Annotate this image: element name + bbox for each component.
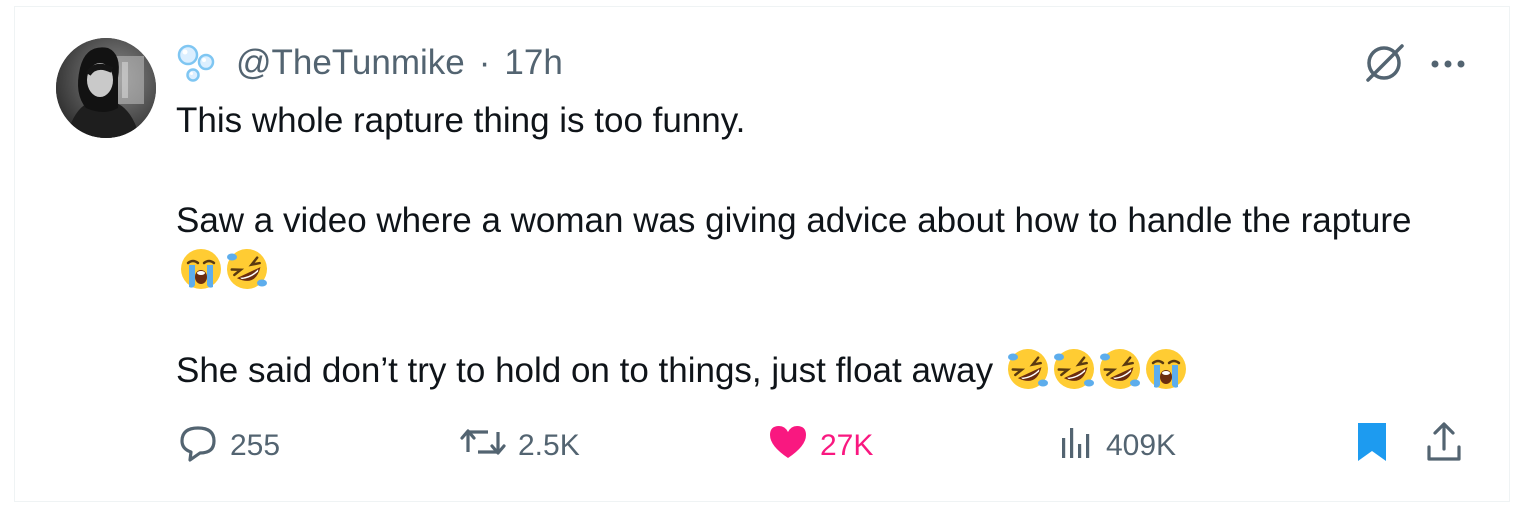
share-button[interactable] [1422, 422, 1466, 470]
tweet-time[interactable]: 17h [504, 43, 562, 83]
bubbles-icon [176, 42, 224, 84]
like-button[interactable]: 27K [766, 422, 873, 470]
bookmark-icon [1352, 419, 1392, 473]
tweet-paragraph-1: This whole rapture thing is too funny. [176, 101, 746, 140]
speech-bubble-icon [176, 420, 220, 472]
tweet-top-actions [1362, 40, 1466, 91]
heart-icon [766, 420, 810, 472]
grok-icon[interactable] [1362, 40, 1408, 91]
reply-button[interactable]: 255 [176, 422, 280, 470]
tweet-text: This whole rapture thing is too funny. S… [176, 96, 1456, 396]
analytics-bars-icon [1056, 420, 1096, 472]
tweet-handle[interactable]: @TheTunmike [236, 43, 465, 83]
share-icon [1422, 419, 1466, 473]
repost-arrows-icon [458, 420, 508, 472]
avatar[interactable] [56, 38, 156, 138]
reply-count: 255 [230, 429, 281, 462]
views-button[interactable]: 409K [1056, 422, 1176, 470]
like-count: 27K [820, 429, 874, 462]
repost-count: 2.5K [518, 429, 580, 462]
view-count: 409K [1106, 429, 1177, 462]
tweet-actions: 255 2.5K 27K 409K [176, 422, 1466, 470]
tweet-paragraph-3: She said don’t try to hold on to things,… [176, 346, 1456, 396]
loudly-crying-face-icon [1144, 347, 1188, 391]
bookmark-button[interactable] [1352, 422, 1392, 470]
tweet-paragraph-2: Saw a video where a woman was giving adv… [176, 196, 1456, 296]
header-separator: · [478, 43, 491, 82]
loudly-crying-face-icon [179, 247, 223, 291]
rolling-on-the-floor-laughing-icon [1052, 347, 1096, 391]
rolling-on-the-floor-laughing-icon [225, 247, 269, 291]
more-dots-icon[interactable] [1430, 57, 1466, 75]
rolling-on-the-floor-laughing-icon [1098, 347, 1142, 391]
repost-button[interactable]: 2.5K [458, 422, 580, 470]
tweet-header: @TheTunmike · 17h [176, 42, 563, 84]
rolling-on-the-floor-laughing-icon [1006, 347, 1050, 391]
